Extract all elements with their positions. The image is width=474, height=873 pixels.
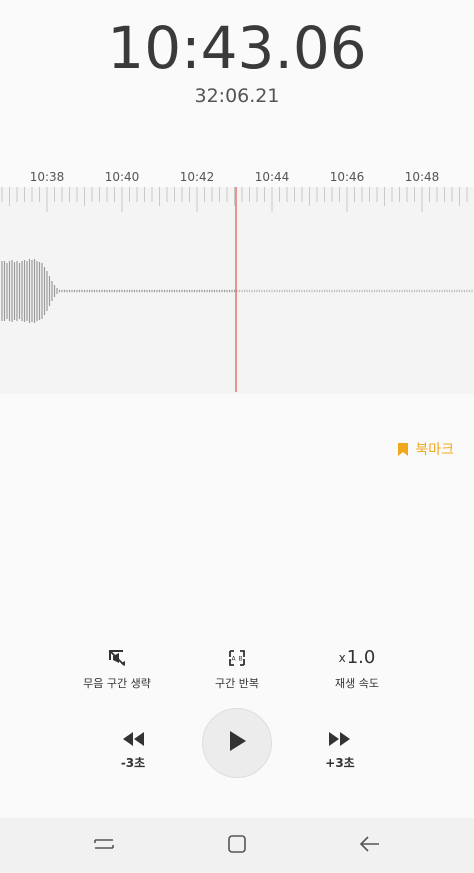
rewind-icon xyxy=(103,730,163,752)
fast-forward-icon xyxy=(310,730,370,752)
skip-silence-label: 무음 구간 생략 xyxy=(83,677,151,690)
timeline-tick-label: 10:44 xyxy=(255,170,290,184)
rewind-label: -3초 xyxy=(120,756,146,770)
ab-repeat-icon: A B xyxy=(177,645,297,671)
repeat-section-button[interactable]: A B 구간 반복 xyxy=(177,645,297,691)
speed-value: x 1.0 xyxy=(338,647,376,668)
system-nav-bar xyxy=(0,818,474,873)
svg-text:B: B xyxy=(238,656,242,663)
timeline-tick-label: 10:38 xyxy=(30,170,65,184)
total-duration: 32:06.21 xyxy=(194,85,280,107)
bookmark-button[interactable]: 북마크 xyxy=(397,439,454,459)
svg-text:A: A xyxy=(231,656,236,663)
home-button[interactable] xyxy=(223,832,251,860)
waveform-svg: 10:38 10:40 10:42 10:44 10:46 10:48 xyxy=(0,170,474,394)
back-button[interactable] xyxy=(356,832,384,860)
forward-button[interactable]: +3초 xyxy=(310,730,370,771)
play-icon xyxy=(226,729,248,757)
playback-speed-button[interactable]: x 1.0 재생 속도 xyxy=(297,645,417,691)
bookmark-icon xyxy=(397,442,409,457)
timeline-tick-label: 10:46 xyxy=(330,170,365,184)
waveform-timeline[interactable]: 10:38 10:40 10:42 10:44 10:46 10:48 xyxy=(0,160,474,396)
play-button[interactable] xyxy=(202,708,272,778)
back-icon xyxy=(359,834,381,858)
repeat-section-label: 구간 반복 xyxy=(215,677,259,690)
transport-controls: -3초 +3초 xyxy=(0,708,474,780)
rewind-button[interactable]: -3초 xyxy=(103,730,163,771)
recent-apps-button[interactable] xyxy=(90,832,118,860)
current-time: 10:43.06 xyxy=(107,14,367,82)
recent-apps-icon xyxy=(93,834,115,858)
timeline-tick-label: 10:40 xyxy=(105,170,140,184)
skip-silence-button[interactable]: 무음 구간 생략 xyxy=(57,645,177,691)
forward-label: +3초 xyxy=(325,756,355,770)
playback-options: 무음 구간 생략 A B 구간 반복 x 1.0 재생 속도 xyxy=(0,645,474,695)
mute-skip-icon xyxy=(57,645,177,671)
timeline-tick-label: 10:42 xyxy=(180,170,215,184)
home-icon xyxy=(227,834,247,858)
timeline-tick-label: 10:48 xyxy=(405,170,440,184)
bookmark-label: 북마크 xyxy=(415,442,454,458)
playback-speed-label: 재생 속도 xyxy=(335,677,379,690)
